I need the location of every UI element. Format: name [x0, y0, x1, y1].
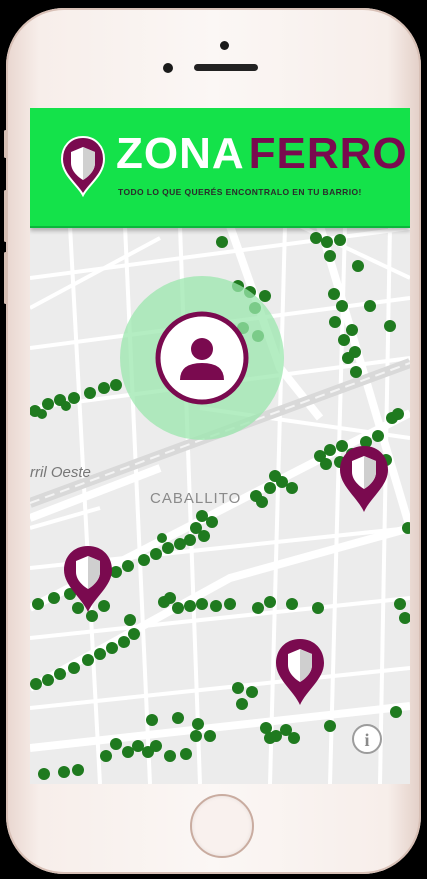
earpiece-speaker — [194, 64, 258, 71]
volume-down-button — [4, 252, 7, 304]
volume-up-button — [4, 190, 7, 242]
shield-pin-logo-icon — [60, 135, 106, 197]
proximity-sensor — [163, 63, 173, 73]
map-label-station: rril Oeste — [30, 464, 91, 481]
front-camera — [220, 41, 229, 50]
map-label-neighborhood: CABALLITO — [150, 490, 242, 507]
home-button[interactable] — [190, 794, 254, 858]
user-location-marker[interactable] — [120, 276, 284, 440]
brand-title-first: ZONA — [116, 129, 245, 178]
app-screen: rril Oeste CABALLITO i ZONAFERRO TODO LO… — [30, 108, 410, 784]
info-button[interactable]: i — [352, 724, 382, 754]
brand-tagline: TODO LO QUE QUERÉS ENCONTRALO EN TU BARR… — [118, 187, 362, 197]
brand-title: ZONAFERRO — [116, 132, 408, 176]
app-header: ZONAFERRO TODO LO QUE QUERÉS ENCONTRALO … — [30, 108, 410, 228]
brand-title-second: FERRO — [248, 129, 408, 178]
mute-switch — [4, 130, 7, 158]
